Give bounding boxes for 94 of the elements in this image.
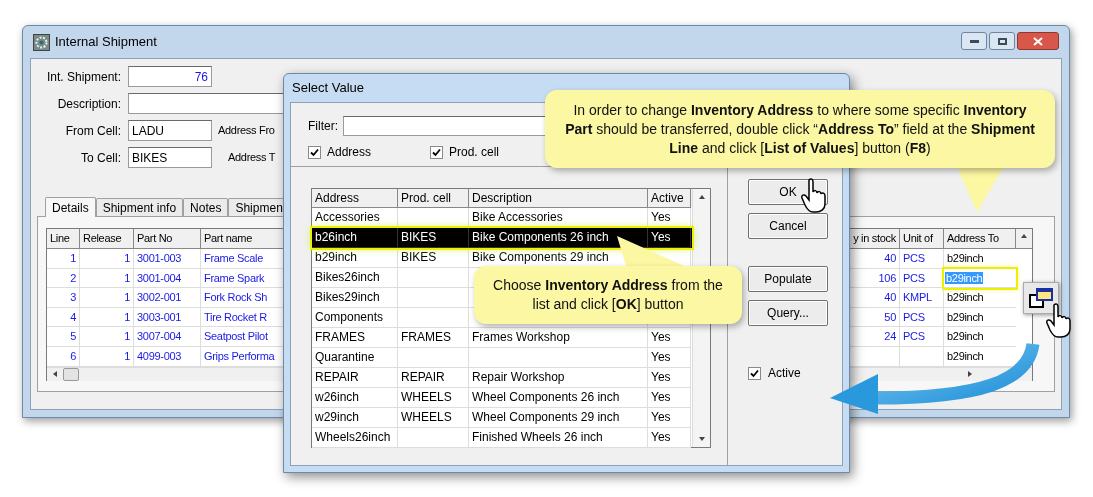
table-cell: Wheel Components 26 inch	[469, 388, 648, 408]
text-field[interactable]: 76	[128, 66, 212, 87]
table-cell: 3	[47, 288, 80, 308]
table-cell: 5	[47, 327, 80, 347]
table-cell: 4	[47, 307, 80, 328]
checkbox-label: Address	[327, 144, 372, 161]
table-cell: KMPL	[900, 288, 944, 308]
table-cell: WHEELS	[398, 388, 469, 408]
column-header[interactable]: Part No	[134, 229, 201, 249]
table-cell: Wheels26inch	[312, 428, 398, 448]
column-header[interactable]: Active	[648, 189, 691, 208]
table-cell: 1	[80, 327, 134, 347]
table-cell: PCS	[900, 249, 944, 269]
text-field[interactable]: LADU	[128, 120, 212, 141]
table-cell[interactable]: b29inch	[944, 288, 1016, 308]
table-cell: Yes	[648, 228, 691, 248]
table-cell[interactable]: b29inch	[944, 249, 1016, 269]
table-cell[interactable]: b29inch	[944, 307, 1016, 328]
table-cell: w26inch	[312, 388, 398, 408]
table-cell: b26inch	[312, 228, 398, 248]
table-cell: Bikes26inch	[312, 268, 398, 288]
table-cell: Components	[312, 308, 398, 328]
table-cell: Yes	[648, 408, 691, 428]
tab[interactable]: Notes	[183, 198, 229, 216]
table-row[interactable]: Quarantine Yes	[312, 348, 692, 368]
column-header[interactable]: Line	[47, 229, 80, 249]
table-cell: Bikes29inch	[312, 288, 398, 308]
dialog-button[interactable]: Cancel	[748, 213, 828, 239]
table-row[interactable]: REPAIR REPAIR Repair Workshop Yes	[312, 368, 692, 388]
table-cell: REPAIR	[312, 368, 398, 388]
field-label: Description:	[56, 95, 122, 113]
dialog-title: Select Value	[292, 79, 365, 98]
field-label: Address Fro	[218, 123, 275, 139]
table-cell: FRAMES	[398, 328, 469, 348]
table-cell: b29inch	[312, 248, 398, 268]
table-cell: 3001-004	[134, 268, 201, 289]
table-row[interactable]: b26inch BIKES Bike Components 26 inch Yes	[312, 228, 692, 248]
table-cell[interactable]: b29inch	[944, 327, 1016, 347]
table-cell: 1	[80, 307, 134, 328]
table-cell: Yes	[648, 428, 691, 448]
field-label: Address T	[228, 150, 276, 166]
table-cell: BIKES	[398, 248, 469, 268]
column-header[interactable]: Prod. cell	[398, 189, 469, 208]
column-header[interactable]: Release	[80, 229, 134, 249]
table-cell: Yes	[648, 328, 691, 348]
filter-label: Filter:	[308, 118, 338, 135]
table-cell: Yes	[648, 368, 691, 388]
table-cell: Quarantine	[312, 348, 398, 368]
table-cell: 3003-001	[134, 307, 201, 328]
table-cell: 6	[47, 346, 80, 367]
table-cell: Yes	[648, 388, 691, 408]
text-field[interactable]: BIKES	[128, 147, 212, 168]
table-cell: Wheel Components 29 inch	[469, 408, 648, 428]
table-cell: 3001-003	[134, 249, 201, 269]
table-cell: 2	[47, 268, 80, 289]
table-cell: 3002-001	[134, 288, 201, 308]
table-cell: Frames Workshop	[469, 328, 648, 348]
table-cell: 4099-003	[134, 346, 201, 367]
table-cell: Repair Workshop	[469, 368, 648, 388]
table-cell: 3007-004	[134, 327, 201, 347]
field-label: Int. Shipment:	[45, 68, 122, 86]
dialog-button[interactable]: Populate	[748, 266, 828, 292]
table-row[interactable]: FRAMES FRAMES Frames Workshop Yes	[312, 328, 692, 348]
table-row[interactable]: Wheels26inch Finished Wheels 26 inch Yes	[312, 428, 692, 448]
table-cell: 1	[80, 346, 134, 367]
column-header[interactable]: Unit of	[900, 229, 944, 249]
table-cell: REPAIR	[398, 368, 469, 388]
tab[interactable]: Shipment info	[95, 198, 184, 216]
field-label: From Cell:	[64, 122, 122, 140]
dialog-button[interactable]: Query...	[748, 300, 828, 326]
table-cell: 1	[80, 249, 134, 269]
checkbox-label: Prod. cell	[449, 144, 500, 161]
table-cell: Yes	[648, 348, 691, 368]
table-cell: BIKES	[398, 228, 469, 248]
column-header[interactable]: Address To	[944, 229, 1016, 249]
table-cell: 1	[47, 249, 80, 269]
table-cell: FRAMES	[312, 328, 398, 348]
column-header[interactable]: Description	[469, 189, 648, 208]
table-cell: Finished Wheels 26 inch	[469, 428, 648, 448]
window-title: Internal Shipment	[55, 33, 157, 52]
table-cell: PCS	[900, 268, 944, 289]
table-cell[interactable]: b29inch	[944, 346, 1016, 367]
table-row[interactable]: w29inch WHEELS Wheel Components 29 inch Yes	[312, 408, 692, 428]
tab[interactable]: Details	[45, 197, 96, 217]
table-cell: 1	[80, 268, 134, 289]
field-label: To Cell:	[80, 149, 122, 167]
table-cell: w29inch	[312, 408, 398, 428]
checkbox-label: Active	[768, 365, 801, 382]
table-cell: PCS	[900, 307, 944, 328]
table-cell: 1	[80, 288, 134, 308]
column-header[interactable]: Address	[312, 189, 398, 208]
table-cell: WHEELS	[398, 408, 469, 428]
table-row[interactable]: w26inch WHEELS Wheel Components 26 inch Yes	[312, 388, 692, 408]
table-cell: PCS	[900, 327, 944, 347]
